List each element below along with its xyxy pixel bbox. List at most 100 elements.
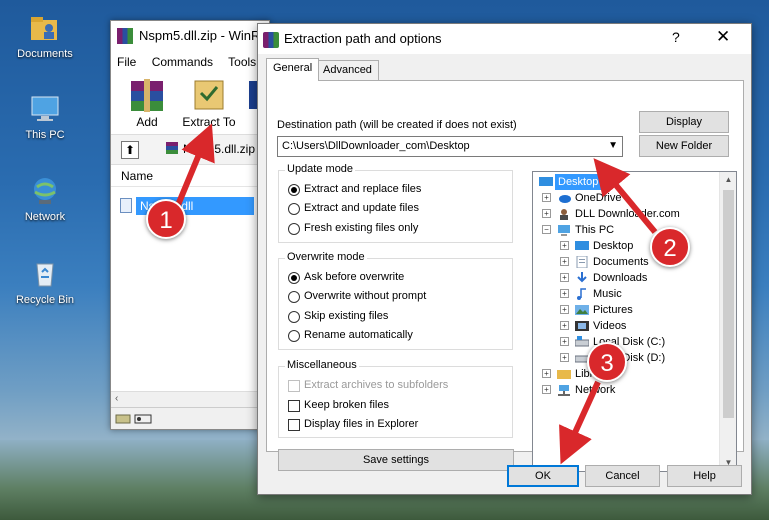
- tab-general[interactable]: General: [266, 58, 320, 81]
- expand-icon[interactable]: +: [560, 241, 569, 250]
- drive-key-icon: [115, 414, 152, 424]
- dialog-title-bar[interactable]: Extraction path and options ? ✕: [258, 24, 751, 54]
- tree-node-label: Downloads: [593, 272, 648, 284]
- archive-icon: [166, 142, 178, 154]
- winrar-title-bar[interactable]: Nspm5.dll.zip - WinRAR: [111, 21, 269, 51]
- expand-icon[interactable]: +: [560, 353, 569, 362]
- option-label: Fresh existing files only: [304, 222, 419, 234]
- update-mode-title: Update mode: [285, 163, 356, 175]
- expand-icon[interactable]: +: [542, 385, 551, 394]
- cloud-icon: [559, 195, 571, 203]
- ok-button[interactable]: OK: [507, 465, 579, 487]
- radio-rename-automatically[interactable]: [288, 330, 300, 342]
- new-folder-button[interactable]: New Folder: [639, 135, 729, 157]
- winrar-path-bar: ⬆ Nspm5.dll.zip: [111, 135, 269, 165]
- miscellaneous-title: Miscellaneous: [285, 359, 359, 371]
- display-button[interactable]: Display: [639, 111, 729, 133]
- radio-skip-existing[interactable]: [288, 311, 300, 323]
- desktop-icon-network[interactable]: Network: [5, 175, 85, 223]
- expand-icon[interactable]: +: [560, 257, 569, 266]
- expand-icon[interactable]: +: [560, 337, 569, 346]
- download-icon: [577, 272, 587, 283]
- expand-icon[interactable]: +: [542, 369, 551, 378]
- winrar-menu-bar: File Commands Tools: [111, 51, 269, 73]
- computer-icon: [29, 93, 61, 125]
- overwrite-mode-group: Overwrite mode Ask before overwrite Over…: [278, 251, 513, 350]
- checkbox-extract-to-subfolders[interactable]: [288, 380, 300, 392]
- checkbox-display-in-explorer[interactable]: [288, 419, 300, 431]
- menu-file[interactable]: File: [117, 55, 136, 69]
- destination-path-combobox[interactable]: C:\Users\DllDownloader_com\Desktop ▼: [277, 136, 623, 157]
- step-2-badge: 2: [650, 227, 690, 267]
- desktop-icon-label: Network: [24, 211, 66, 223]
- help-button[interactable]: Help: [667, 465, 742, 487]
- winrar-title: Nspm5.dll.zip - WinRAR: [139, 28, 269, 43]
- desktop-icon-documents[interactable]: Documents: [5, 12, 85, 60]
- recycle-bin-icon: [29, 258, 61, 290]
- option-label: Keep broken files: [304, 399, 389, 411]
- save-settings-button[interactable]: Save settings: [278, 449, 514, 471]
- scroll-left-icon[interactable]: ‹: [115, 393, 118, 404]
- radio-fresh-existing[interactable]: [288, 223, 300, 235]
- archive-path-text: Nspm5.dll.zip: [183, 142, 256, 156]
- chevron-down-icon[interactable]: ▼: [608, 140, 618, 151]
- file-row[interactable]: Nspm5.dll: [118, 197, 258, 215]
- close-icon[interactable]: ✕: [716, 27, 730, 47]
- folder-tree[interactable]: Desktop + OneDrive + DLL Downloader.com …: [532, 171, 737, 472]
- expand-icon[interactable]: +: [560, 273, 569, 282]
- cancel-button[interactable]: Cancel: [585, 465, 660, 487]
- desktop-icon-this-pc[interactable]: This PC: [5, 93, 85, 141]
- expand-icon[interactable]: +: [560, 289, 569, 298]
- scrollbar-thumb[interactable]: [723, 190, 734, 418]
- tab-advanced[interactable]: Advanced: [316, 60, 379, 80]
- pictures-icon: [575, 305, 589, 315]
- column-name-header[interactable]: Name: [111, 165, 269, 187]
- add-button[interactable]: Add: [119, 75, 175, 129]
- collapse-icon[interactable]: −: [542, 225, 551, 234]
- dialog-body: General Advanced Destination path (will …: [258, 54, 751, 494]
- horizontal-scrollbar[interactable]: ‹: [111, 391, 269, 407]
- tree-node-label: Videos: [593, 320, 627, 332]
- hard-drive-icon: [575, 336, 589, 347]
- step-3-badge: 3: [587, 342, 627, 382]
- extract-to-button[interactable]: Extract To: [179, 75, 239, 129]
- desktop-icon-label: This PC: [25, 129, 65, 141]
- extract-to-icon: [189, 75, 229, 113]
- option-label: Ask before overwrite: [304, 271, 405, 283]
- menu-commands[interactable]: Commands: [152, 55, 213, 69]
- dialog-title: Extraction path and options: [284, 31, 442, 46]
- radio-extract-update[interactable]: [288, 203, 300, 215]
- tree-node-label: OneDrive: [575, 192, 622, 204]
- step-1-badge: 1: [146, 199, 186, 239]
- radio-overwrite-without-prompt[interactable]: [288, 291, 300, 303]
- expand-icon[interactable]: +: [560, 305, 569, 314]
- option-label: Rename automatically: [304, 329, 413, 341]
- winrar-status-bar: [111, 407, 269, 429]
- menu-tools[interactable]: Tools: [228, 55, 256, 69]
- expand-icon[interactable]: +: [542, 209, 551, 218]
- checkbox-keep-broken-files[interactable]: [288, 400, 300, 412]
- help-icon[interactable]: ?: [672, 29, 680, 45]
- expand-icon[interactable]: +: [542, 193, 551, 202]
- tree-node-label: Desktop: [555, 174, 602, 190]
- network-icon: [29, 175, 61, 207]
- destination-label: Destination path (will be created if doe…: [277, 119, 517, 131]
- expand-icon[interactable]: +: [560, 321, 569, 330]
- radio-extract-replace[interactable]: [288, 184, 300, 196]
- desktop-icon-recycle-bin[interactable]: Recycle Bin: [5, 258, 85, 306]
- update-mode-group: Update mode Extract and replace files Ex…: [278, 163, 513, 243]
- radio-ask-before-overwrite[interactable]: [288, 272, 300, 284]
- scroll-up-icon[interactable]: ▲: [720, 172, 736, 188]
- column-name-label: Name: [121, 169, 154, 183]
- tree-node-label: Music: [593, 288, 622, 300]
- dll-file-icon: [120, 198, 132, 213]
- tree-node-label: Network: [575, 384, 616, 396]
- up-folder-button[interactable]: ⬆: [121, 141, 139, 159]
- desktop-folder-icon: [575, 241, 589, 250]
- winrar-app-icon: [263, 32, 279, 48]
- documents-icon: [576, 256, 588, 268]
- desktop-icon-label: Documents: [17, 48, 73, 60]
- user-folder-icon: [560, 209, 568, 220]
- tree-vertical-scrollbar[interactable]: ▲ ▼: [719, 172, 736, 471]
- music-icon: [577, 288, 586, 300]
